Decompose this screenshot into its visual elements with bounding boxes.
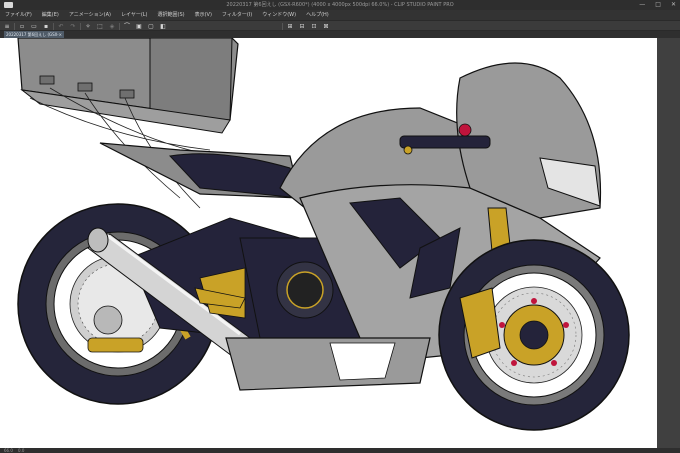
open-icon[interactable]: ▭ <box>30 23 38 30</box>
drawing-canvas[interactable] <box>0 38 657 448</box>
close-tab-icon[interactable]: × <box>59 31 62 38</box>
toolbar-divider <box>119 23 120 30</box>
document-tab-bar: 20220317 第6回えし (GSX-R600*) × <box>0 31 680 44</box>
status-bar: 66.0 0.0 <box>0 448 680 453</box>
snap-grid-icon[interactable]: ⊟ <box>298 23 306 30</box>
maximize-button[interactable]: □ <box>655 0 661 10</box>
handlebar <box>399 135 491 149</box>
snap-special-icon[interactable]: ⊡ <box>310 23 318 30</box>
menu-help[interactable]: ヘルプ(H) <box>306 10 329 20</box>
toolbar-divider <box>80 23 81 30</box>
menu-animation[interactable]: アニメーション(A) <box>69 10 111 20</box>
document-tab[interactable]: 20220317 第6回えし (GSX-R600*) × <box>4 31 64 44</box>
close-button[interactable]: ✕ <box>671 0 676 10</box>
command-bar: ≡ ▫ ▭ ▪ ↶ ↷ ✧ ⬚ ◈ ⌒ ▣ ▢ ◧ ⊞ ⊟ ⊡ ⊠ <box>0 20 680 31</box>
deselect-icon[interactable]: ▢ <box>147 23 155 30</box>
menu-file[interactable]: ファイル(F) <box>5 10 32 20</box>
new-icon[interactable]: ▫ <box>18 23 26 30</box>
menu-filter[interactable]: フィルター(I) <box>222 10 252 20</box>
zoom-readout: 66.0 <box>4 448 13 453</box>
menu-selection[interactable]: 選択範囲(S) <box>158 10 185 20</box>
red-cap <box>458 123 472 137</box>
transform-icon[interactable]: ⬚ <box>96 23 104 30</box>
menu-layer[interactable]: レイヤー(L) <box>121 10 148 20</box>
menu-window[interactable]: ウィンドウ(W) <box>262 10 296 20</box>
coord-readout: 0.0 <box>18 448 25 453</box>
menu-view[interactable]: 表示(V) <box>195 10 212 20</box>
minimize-button[interactable]: — <box>639 0 645 10</box>
belly-vent <box>329 342 396 381</box>
window-title: 20220317 第6回えし (GSX-R600*) (4000 x 4000p… <box>226 2 454 8</box>
menu-edit[interactable]: 編集(E) <box>42 10 59 20</box>
belly-pan <box>225 337 431 391</box>
toolbar-divider <box>14 23 15 30</box>
gold-bolt <box>403 145 413 155</box>
fill-icon[interactable]: ◈ <box>108 23 116 30</box>
lasso-icon[interactable]: ⌒ <box>123 23 131 30</box>
snap-icon[interactable]: ⊠ <box>322 23 330 30</box>
toolbar-divider <box>53 23 54 30</box>
front-wheel <box>438 239 630 431</box>
undo-icon[interactable]: ↶ <box>57 23 65 30</box>
toolbar-divider <box>282 23 283 30</box>
select-all-icon[interactable]: ▣ <box>135 23 143 30</box>
right-panel <box>657 38 680 448</box>
motorcycle-illustration <box>17 38 630 431</box>
redo-icon[interactable]: ↷ <box>69 23 77 30</box>
clear-icon[interactable]: ✧ <box>84 23 92 30</box>
title-bar: 20220317 第6回えし (GSX-R600*) (4000 x 4000p… <box>0 0 680 10</box>
menu-bar: ファイル(F) 編集(E) アニメーション(A) レイヤー(L) 選択範囲(S)… <box>0 10 680 20</box>
snap-ruler-icon[interactable]: ⊞ <box>286 23 294 30</box>
save-icon[interactable]: ▪ <box>42 23 50 30</box>
invert-icon[interactable]: ◧ <box>159 23 167 30</box>
menu-icon[interactable]: ≡ <box>3 23 11 30</box>
